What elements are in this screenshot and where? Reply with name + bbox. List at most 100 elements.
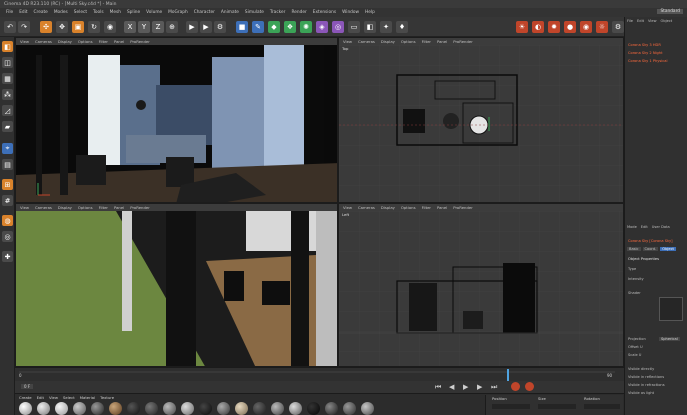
tweak-icon[interactable]: ✚ — [2, 251, 13, 262]
material-swatch[interactable] — [73, 402, 86, 415]
tab-object[interactable]: Object — [660, 247, 676, 251]
vp-menu-view[interactable]: View — [20, 205, 29, 210]
menu-modes[interactable]: Modes — [54, 10, 68, 15]
select-tool-icon[interactable]: ✣ — [40, 21, 52, 33]
points-mode-icon[interactable]: ⁂ — [2, 89, 13, 100]
menu-tracker[interactable]: Tracker — [270, 10, 286, 15]
vp-menu-panel[interactable]: Panel — [437, 205, 447, 210]
menu-select[interactable]: Select — [74, 10, 87, 15]
vp-menu-display[interactable]: Display — [381, 39, 395, 44]
cloner-icon[interactable]: ❖ — [284, 21, 296, 33]
vp-menu-options[interactable]: Options — [401, 205, 416, 210]
mat-menu-edit[interactable]: Edit — [37, 395, 44, 400]
coord-field[interactable] — [538, 404, 576, 409]
material-swatch[interactable] — [37, 402, 50, 415]
vp-menu-cameras[interactable]: Cameras — [358, 205, 375, 210]
next-frame-icon[interactable]: ▶ — [477, 383, 482, 391]
scale-tool-icon[interactable]: ▣ — [72, 21, 84, 33]
material-swatch[interactable] — [325, 402, 338, 415]
undo-icon[interactable]: ↶ — [4, 21, 16, 33]
material-swatch[interactable] — [127, 402, 140, 415]
material-swatch[interactable] — [145, 402, 158, 415]
material-swatch[interactable] — [109, 402, 122, 415]
vp-menu-panel[interactable]: Panel — [114, 39, 124, 44]
vp-menu-view[interactable]: View — [20, 39, 29, 44]
material-swatch[interactable] — [307, 402, 320, 415]
move-tool-icon[interactable]: ✥ — [56, 21, 68, 33]
menu-create[interactable]: Create — [34, 10, 48, 15]
objects-menu-object[interactable]: Object — [661, 19, 673, 23]
viewport-top[interactable]: View Cameras Display Options Filter Pane… — [338, 37, 624, 203]
corona-vfb-icon[interactable]: ◐ — [532, 21, 544, 33]
coord-field[interactable] — [492, 404, 530, 409]
prev-frame-icon[interactable]: ◀ — [449, 383, 454, 391]
material-swatch[interactable] — [217, 402, 230, 415]
attr-menu-userdata[interactable]: User Data — [652, 225, 670, 229]
light-icon[interactable]: ✦ — [380, 21, 392, 33]
vp-menu-prorender[interactable]: ProRender — [453, 205, 473, 210]
render-view-icon[interactable]: ▶ — [186, 21, 198, 33]
grid-icon[interactable]: # — [2, 195, 13, 206]
mat-menu-material[interactable]: Material — [80, 395, 95, 400]
make-editable-icon[interactable]: ◧ — [2, 41, 13, 52]
vp-menu-filter[interactable]: Filter — [422, 39, 431, 44]
attr-row-visible-reflections[interactable]: Visible in reflections — [628, 375, 664, 379]
material-swatch[interactable] — [235, 402, 248, 415]
material-swatch[interactable] — [271, 402, 284, 415]
texture-mode-icon[interactable]: ▦ — [2, 73, 13, 84]
coord-field[interactable] — [584, 404, 620, 409]
menu-file[interactable]: File — [6, 10, 13, 15]
vp-menu-cameras[interactable]: Cameras — [35, 39, 52, 44]
menu-render[interactable]: Render — [291, 10, 306, 15]
material-swatch[interactable] — [91, 402, 104, 415]
menu-animate[interactable]: Animate — [221, 10, 239, 15]
play-icon[interactable]: ▶ — [463, 383, 468, 391]
attr-menu-edit[interactable]: Edit — [641, 225, 648, 229]
attr-menu-mode[interactable]: Mode — [627, 225, 637, 229]
coordinate-system-icon[interactable]: ⊕ — [166, 21, 178, 33]
go-end-icon[interactable]: ⏭ — [491, 383, 497, 392]
menu-edit[interactable]: Edit — [19, 10, 27, 15]
axis-z-icon[interactable]: Z — [152, 21, 164, 33]
attr-row-visible-light[interactable]: Visible as light — [628, 391, 654, 395]
menu-simulate[interactable]: Simulate — [245, 10, 264, 15]
pen-icon[interactable]: ✎ — [252, 21, 264, 33]
vp-menu-options[interactable]: Options — [78, 205, 93, 210]
corona-settings-icon[interactable]: ⚙ — [612, 21, 624, 33]
go-start-icon[interactable]: ⏮ — [435, 383, 441, 392]
viewport-solo-icon[interactable]: ◎ — [2, 231, 13, 242]
viewport-perspective-2[interactable]: View Cameras Display Options Filter Pane… — [15, 203, 338, 367]
attr-row-visible-refractions[interactable]: Visible in refractions — [628, 383, 665, 387]
deformer-icon[interactable]: ◈ — [316, 21, 328, 33]
objects-menu-edit[interactable]: Edit — [637, 19, 644, 23]
menu-mograph[interactable]: MoGraph — [168, 10, 188, 15]
material-swatch[interactable] — [199, 402, 212, 415]
corona-light-icon[interactable]: ✹ — [548, 21, 560, 33]
objects-menu-file[interactable]: File — [627, 19, 633, 23]
layout-selector[interactable]: Standard — [657, 9, 683, 14]
record-icon[interactable] — [511, 382, 520, 391]
vp-menu-cameras[interactable]: Cameras — [358, 39, 375, 44]
subdivision-icon[interactable]: ◆ — [268, 21, 280, 33]
camera-icon[interactable]: ◧ — [364, 21, 376, 33]
mat-menu-create[interactable]: Create — [19, 395, 32, 400]
axis-x-icon[interactable]: X — [124, 21, 136, 33]
object-item[interactable]: Corona Sky 2 Night — [628, 51, 663, 55]
corona-material-icon[interactable]: ● — [564, 21, 576, 33]
floor-icon[interactable]: ▭ — [348, 21, 360, 33]
material-swatch[interactable] — [289, 402, 302, 415]
vp-menu-options[interactable]: Options — [78, 39, 93, 44]
tab-coord[interactable]: Coord. — [642, 247, 659, 251]
edges-mode-icon[interactable]: ◿ — [2, 105, 13, 116]
vp-menu-display[interactable]: Display — [58, 39, 72, 44]
menu-spline[interactable]: Spline — [127, 10, 140, 15]
vp-menu-filter[interactable]: Filter — [99, 39, 108, 44]
vp-menu-options[interactable]: Options — [401, 39, 416, 44]
vp-menu-panel[interactable]: Panel — [114, 205, 124, 210]
model-mode-icon[interactable]: ◫ — [2, 57, 13, 68]
render-picture-viewer-icon[interactable]: ▶ — [200, 21, 212, 33]
material-swatch[interactable] — [253, 402, 266, 415]
material-swatch[interactable] — [343, 402, 356, 415]
attr-row-visible-directly[interactable]: Visible directly — [628, 367, 654, 371]
objects-menu-view[interactable]: View — [648, 19, 657, 23]
